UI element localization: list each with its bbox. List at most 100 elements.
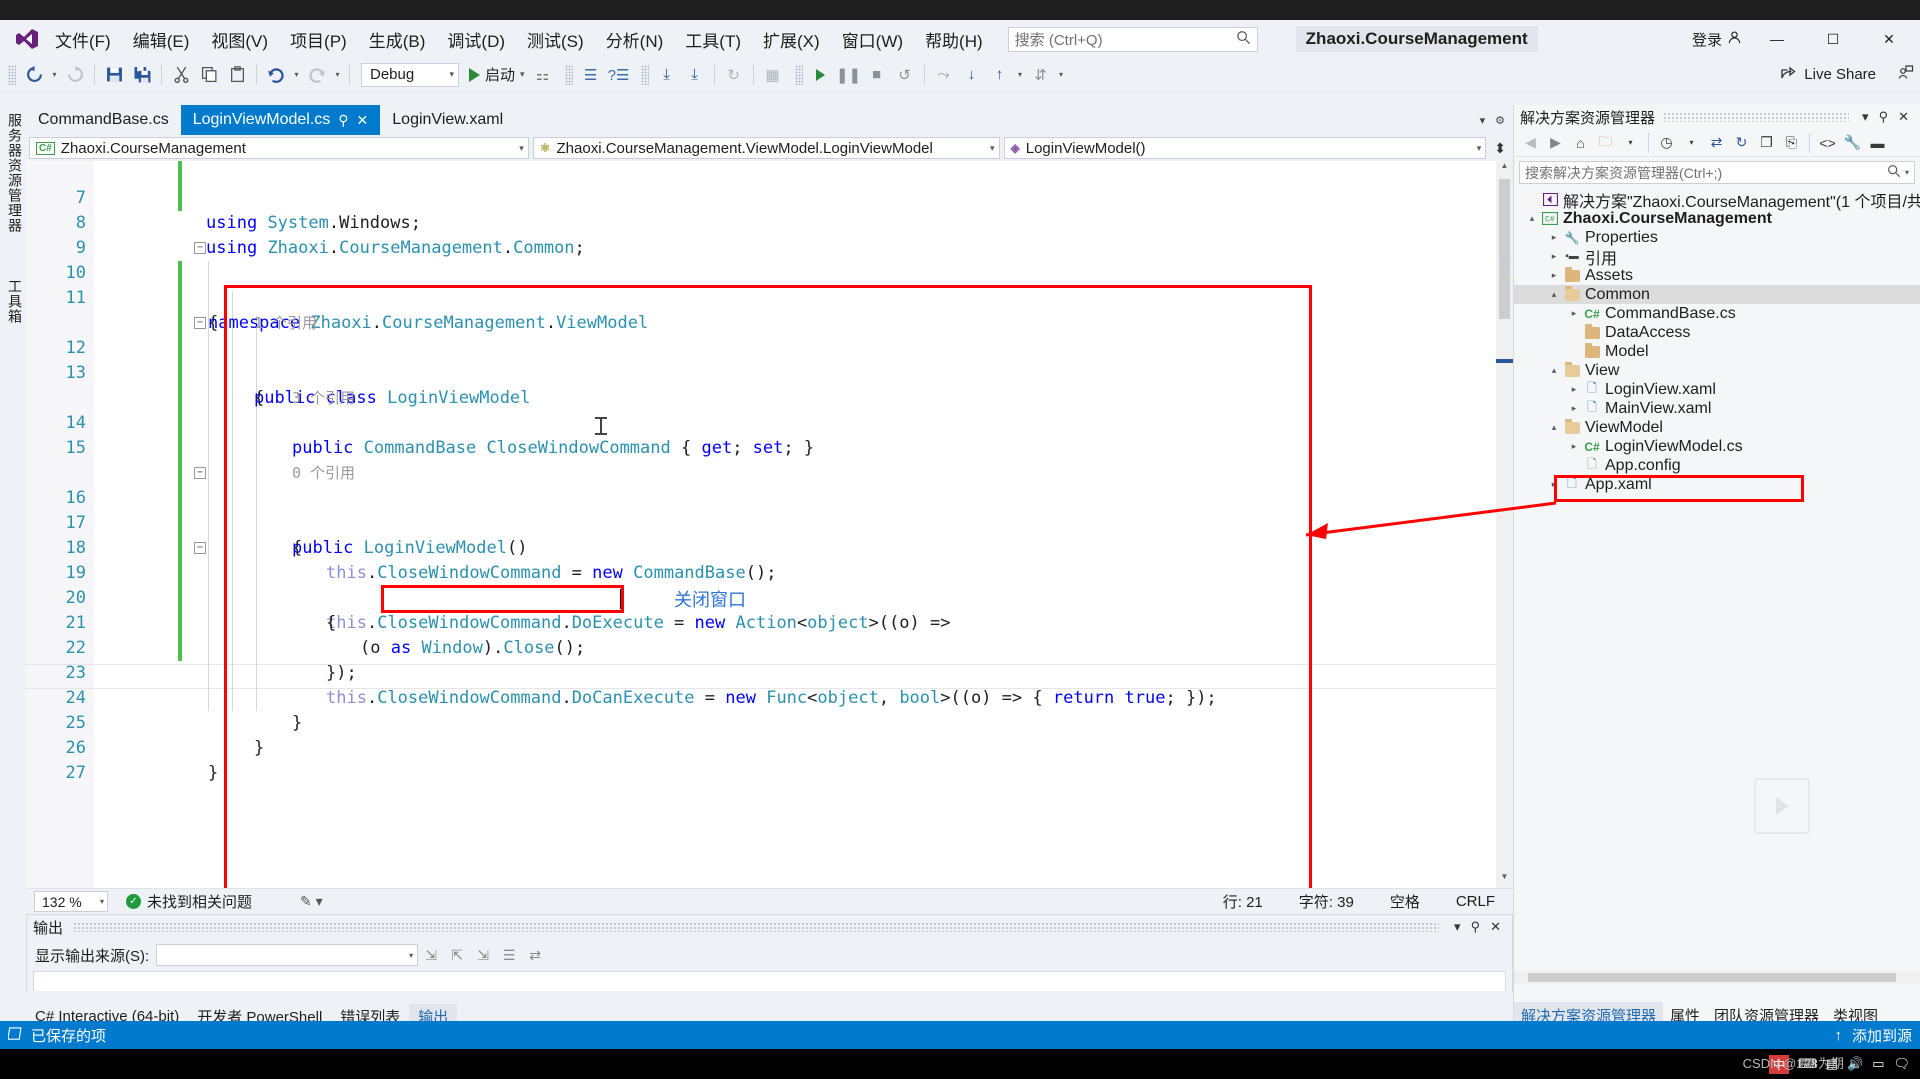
- scrollbar-thumb[interactable]: [1528, 973, 1896, 982]
- toolbar-grip[interactable]: [640, 64, 649, 85]
- save-icon[interactable]: [100, 62, 128, 88]
- close-icon[interactable]: ✕: [1893, 109, 1914, 125]
- menu-item-tools[interactable]: 工具(T): [674, 23, 752, 56]
- tree-node-app-config[interactable]: 🗋 App.config: [1514, 456, 1920, 475]
- expander-icon[interactable]: ▸: [1546, 479, 1562, 490]
- redo-caret-icon[interactable]: ▾: [331, 70, 344, 79]
- go-to-previous-icon[interactable]: ⇱: [444, 943, 470, 967]
- close-icon[interactable]: ✕: [1485, 919, 1506, 935]
- pause-icon[interactable]: ❚❚: [835, 62, 863, 88]
- download-icon[interactable]: ⤓: [653, 62, 681, 88]
- solution-explorer-search-input[interactable]: 搜索解决方案资源管理器(Ctrl+;) ▾: [1519, 161, 1915, 184]
- tree-node-viewmodel[interactable]: ▴ ViewModel: [1514, 418, 1920, 437]
- align-icon[interactable]: ☰: [577, 62, 605, 88]
- menu-item-analyze[interactable]: 分析(N): [595, 23, 675, 56]
- step-out-icon[interactable]: ↑: [986, 62, 1014, 88]
- expander-icon[interactable]: ▸: [1566, 384, 1582, 395]
- collapse-all-icon[interactable]: ❐: [1754, 131, 1779, 155]
- tree-node-app-xaml[interactable]: ▸ 🗋 App.xaml: [1514, 475, 1920, 494]
- refresh-icon[interactable]: ↻: [1729, 131, 1754, 155]
- menu-item-debug[interactable]: 调试(D): [436, 23, 516, 56]
- go-to-next-icon[interactable]: ⇲: [470, 943, 496, 967]
- chevron-down-icon[interactable]: ▾: [1901, 168, 1909, 177]
- pin-icon[interactable]: ⚲: [1466, 919, 1486, 935]
- scrollbar-thumb[interactable]: [1499, 179, 1510, 319]
- split-editor-icon[interactable]: ⬍: [1490, 140, 1510, 157]
- panel-drag-handle[interactable]: [73, 922, 1440, 932]
- home-icon[interactable]: ⌂: [1568, 131, 1593, 155]
- code-lens[interactable]: 1 个引用: [26, 286, 1513, 332]
- view-code-icon[interactable]: <>: [1815, 131, 1840, 155]
- undo-caret-icon[interactable]: ▾: [290, 70, 303, 79]
- download-alt-icon[interactable]: ⤓: [681, 62, 709, 88]
- restart-debug-icon[interactable]: ↺: [891, 62, 919, 88]
- expander-icon[interactable]: ▴: [1546, 365, 1562, 376]
- step-into-icon[interactable]: ↓: [958, 62, 986, 88]
- copy-icon[interactable]: [195, 62, 223, 88]
- close-button[interactable]: ✕: [1868, 20, 1910, 58]
- menu-item-view[interactable]: 视图(V): [200, 23, 279, 56]
- tree-node-view[interactable]: ▴ View: [1514, 361, 1920, 380]
- expander-icon[interactable]: ▸: [1566, 403, 1582, 414]
- navigate-back-icon[interactable]: [20, 62, 48, 88]
- menu-item-file[interactable]: 文件(F): [44, 23, 122, 56]
- expander-icon[interactable]: ▴: [1546, 422, 1562, 433]
- chevron-down-icon[interactable]: ▾: [1618, 131, 1643, 155]
- sign-in-button[interactable]: 登录: [1692, 29, 1742, 50]
- tree-node-assets[interactable]: ▸ Assets: [1514, 266, 1920, 285]
- close-icon[interactable]: ✕: [357, 112, 369, 129]
- solution-explorer-hscrollbar[interactable]: [1514, 971, 1920, 984]
- expander-icon[interactable]: ▸: [1546, 270, 1562, 281]
- fold-toggle-icon[interactable]: −: [194, 467, 206, 479]
- zoom-level-select[interactable]: 132 % ▾: [34, 891, 108, 912]
- line-options-icon[interactable]: ⇵: [1027, 62, 1055, 88]
- tree-node-loginview-xaml[interactable]: ▸ 🗋 LoginView.xaml: [1514, 380, 1920, 399]
- type-select[interactable]: ⚛ Zhaoxi.CourseManagement.ViewModel.Logi…: [532, 137, 1000, 159]
- editor-tab-loginview-xaml[interactable]: LoginView.xaml: [380, 105, 515, 135]
- attach-icon[interactable]: ⚏: [529, 62, 557, 88]
- code-lens[interactable]: 0 个引用: [26, 436, 1513, 482]
- menu-item-help[interactable]: 帮助(H): [914, 23, 994, 56]
- line-options-caret-icon[interactable]: ▾: [1055, 70, 1068, 79]
- tree-node-loginviewmodel-cs[interactable]: ▸ C# LoginViewModel.cs: [1514, 437, 1920, 456]
- volume-icon[interactable]: 🔊: [1847, 1056, 1863, 1072]
- editor-tab-loginviewmodel[interactable]: LoginViewModel.cs ⚲ ✕: [180, 105, 381, 135]
- battery-icon[interactable]: ▭: [1872, 1056, 1884, 1072]
- project-select[interactable]: C# Zhaoxi.CourseManagement ▾: [29, 137, 529, 159]
- editor-vertical-scrollbar[interactable]: ▲ ▼: [1496, 161, 1513, 888]
- tab-list-caret-icon[interactable]: ▾: [1480, 114, 1486, 127]
- member-select[interactable]: ◈ LoginViewModel() ▾: [1003, 137, 1487, 159]
- navigate-back-caret-icon[interactable]: ▾: [48, 70, 61, 79]
- toolbar-grip[interactable]: [8, 64, 16, 85]
- expander-icon[interactable]: ▴: [1524, 213, 1540, 224]
- properties-icon[interactable]: 🔧: [1840, 131, 1865, 155]
- editor-tab-commandbase[interactable]: CommandBase.cs: [26, 105, 181, 135]
- show-output-settings-icon[interactable]: ⇄: [522, 943, 548, 967]
- output-source-select[interactable]: ▾: [156, 944, 419, 966]
- menu-item-test[interactable]: 测试(S): [516, 23, 595, 56]
- fold-toggle-icon[interactable]: −: [194, 542, 206, 554]
- format-brush-icon[interactable]: ✎ ▾: [300, 893, 323, 910]
- toolbar-grip[interactable]: [794, 64, 803, 85]
- restart-icon[interactable]: ↻: [720, 62, 748, 88]
- stop-icon[interactable]: ■: [863, 62, 891, 88]
- minimize-button[interactable]: —: [1756, 20, 1798, 58]
- code-lens[interactable]: 3 个引用: [26, 361, 1513, 407]
- menu-item-window[interactable]: 窗口(W): [831, 23, 914, 56]
- expander-icon[interactable]: ▸: [1546, 232, 1562, 243]
- sync-icon[interactable]: ⇄: [1704, 131, 1729, 155]
- clear-all-icon[interactable]: ⇲: [418, 943, 444, 967]
- continue-icon[interactable]: [807, 62, 835, 88]
- navigate-forward-icon[interactable]: [61, 62, 89, 88]
- menu-item-project[interactable]: 项目(P): [279, 23, 358, 56]
- pin-icon[interactable]: ⚲: [338, 112, 348, 129]
- panel-menu-icon[interactable]: ▾: [1857, 109, 1874, 125]
- tree-node-references[interactable]: ▸ ▪▬ 引用: [1514, 247, 1920, 268]
- notification-icon[interactable]: 🗨: [1893, 1056, 1910, 1072]
- fold-toggle-icon[interactable]: −: [194, 242, 206, 254]
- chevron-down-icon[interactable]: ▾: [1679, 131, 1704, 155]
- forward-icon[interactable]: ▶: [1543, 131, 1568, 155]
- undo-icon[interactable]: [262, 62, 290, 88]
- menu-item-build[interactable]: 生成(B): [358, 23, 437, 56]
- save-all-icon[interactable]: [128, 62, 156, 88]
